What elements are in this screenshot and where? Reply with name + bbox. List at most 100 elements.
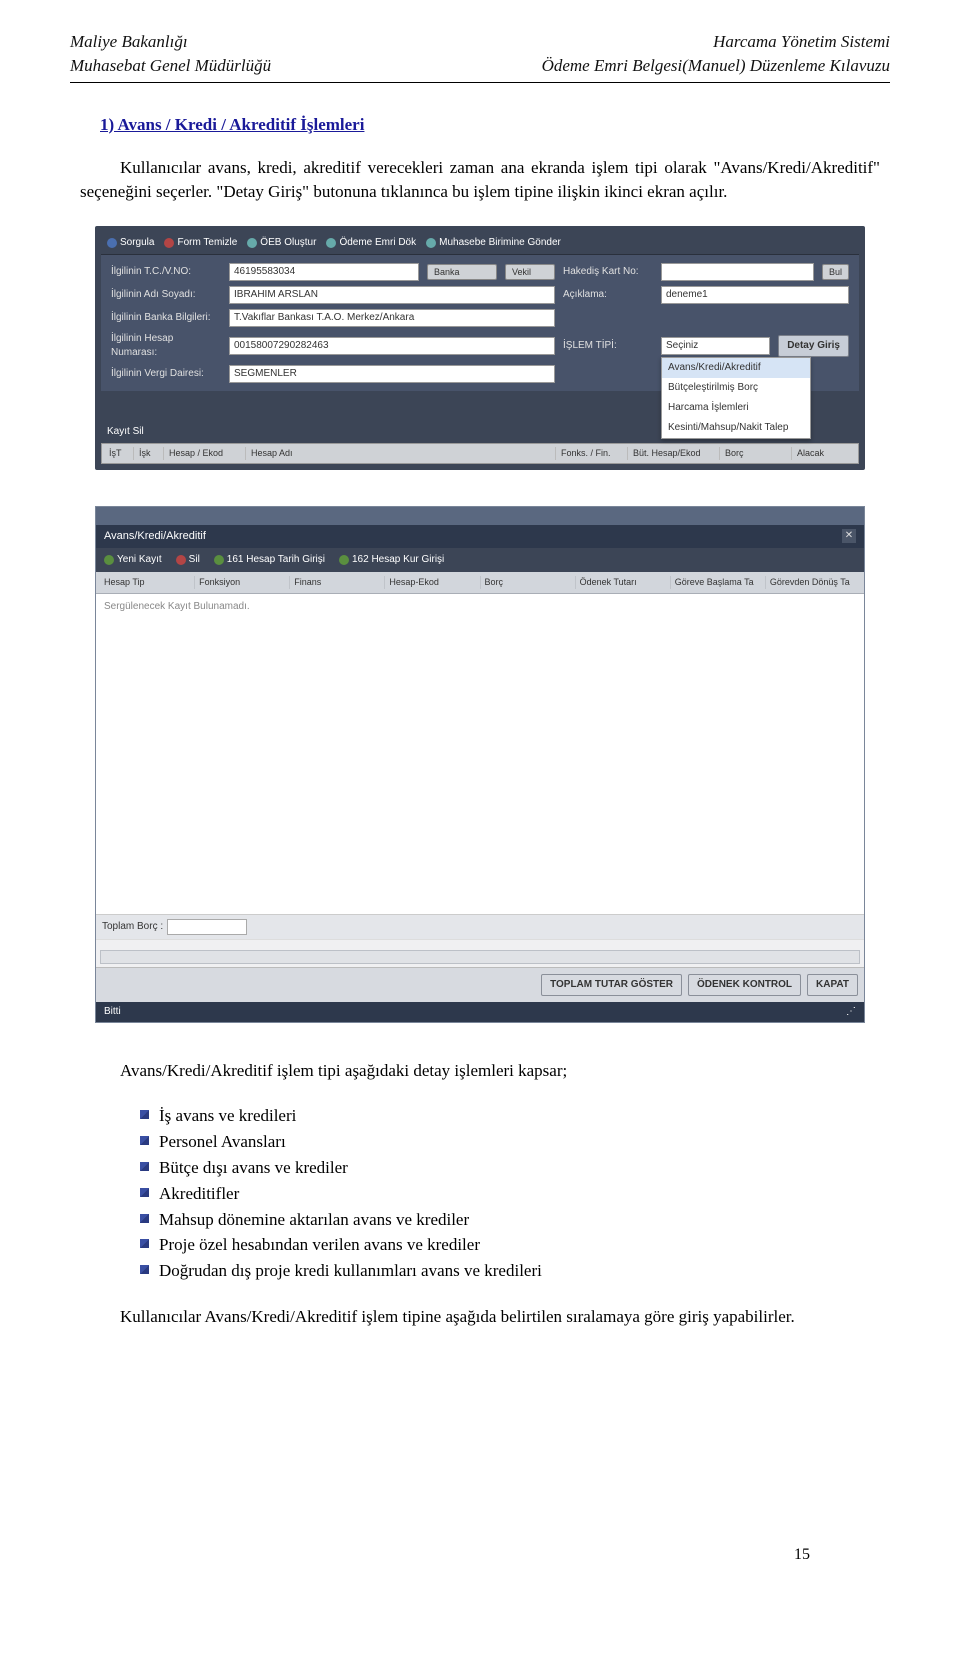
lbl-islem: İŞLEM TİPİ: <box>563 339 653 353</box>
send-icon <box>426 238 436 248</box>
dd-item-2[interactable]: Harcama İşlemleri <box>662 398 810 418</box>
s2-titlebar: Avans/Kredi/Akreditif ✕ <box>96 525 864 548</box>
islem-dropdown[interactable]: Avans/Kredi/Akreditif Bütçeleştirilmiş B… <box>661 337 770 355</box>
s2-col-0[interactable]: Hesap Tip <box>100 576 195 589</box>
h-scrollbar[interactable] <box>100 950 860 964</box>
s1-toolbar: Sorgula Form Temizle ÖEB Oluştur Ödeme E… <box>101 232 859 255</box>
lbl-banka: İlgilinin Banka Bilgileri: <box>111 311 221 325</box>
plus-icon <box>339 555 349 565</box>
input-vergi[interactable] <box>229 365 555 383</box>
form-temizle-button[interactable]: Form Temizle <box>164 236 237 250</box>
bullet-icon <box>140 1265 149 1274</box>
s1-col-0: İşT <box>106 447 134 460</box>
gonder-button[interactable]: Muhasebe Birimine Gönder <box>426 236 561 250</box>
s1-col-4: Fonks. / Fin. <box>558 447 628 460</box>
banka-button[interactable]: Banka <box>427 264 497 281</box>
input-adsoy[interactable] <box>229 286 555 304</box>
odeme-label: Ödeme Emri Dök <box>339 236 416 250</box>
dropdown-menu: Avans/Kredi/Akreditif Bütçeleştirilmiş B… <box>661 357 811 439</box>
bullet-list: İş avans ve kredileri Personel Avansları… <box>140 1104 880 1283</box>
input-hakedis[interactable] <box>661 263 814 281</box>
resize-icon[interactable]: ⋰ <box>846 1005 856 1019</box>
oeb-label: ÖEB Oluştur <box>260 236 316 250</box>
toplam-input[interactable] <box>167 919 247 935</box>
hdr-left2: Muhasebat Genel Müdürlüğü <box>70 54 271 78</box>
s1-col-3: Hesap Adı <box>248 447 556 460</box>
input-aciklama[interactable] <box>661 286 849 304</box>
bullet-icon <box>140 1162 149 1171</box>
h162-button[interactable]: 162 Hesap Kur Girişi <box>339 553 444 567</box>
section-title: 1) Avans / Kredi / Akreditif İşlemleri <box>100 113 890 137</box>
s2-col-1[interactable]: Fonksiyon <box>195 576 290 589</box>
hdr-divider <box>70 82 890 83</box>
paragraph-3: Kullanıcılar Avans/Kredi/Akreditif işlem… <box>80 1305 880 1329</box>
delete-icon <box>176 555 186 565</box>
lbl-aciklama: Açıklama: <box>563 288 653 302</box>
bullet-icon <box>140 1110 149 1119</box>
hdr-left1: Maliye Bakanlığı <box>70 30 271 54</box>
lbl-tcvno: İlgilinin T.C./V.NO: <box>111 265 221 279</box>
input-tcvno[interactable] <box>229 263 419 281</box>
select-islem[interactable] <box>661 337 770 355</box>
clear-icon <box>164 238 174 248</box>
s2-column-headers: Hesap Tip Fonksiyon Finans Hesap-Ekod Bo… <box>96 572 864 594</box>
bullet-icon <box>140 1239 149 1248</box>
close-icon[interactable]: ✕ <box>842 529 856 543</box>
s1-col-7: Alacak <box>794 447 854 460</box>
plus-icon <box>214 555 224 565</box>
s1-col-1: İşk <box>136 447 164 460</box>
vekil-button[interactable]: Vekil <box>505 264 555 281</box>
print-icon <box>326 238 336 248</box>
form-temizle-label: Form Temizle <box>177 236 237 250</box>
bullet-icon <box>140 1188 149 1197</box>
dd-item-3[interactable]: Kesinti/Mahsup/Nakit Talep <box>662 418 810 438</box>
doc-header: Maliye Bakanlığı Muhasebat Genel Müdürlü… <box>70 30 890 78</box>
lbl-hesap: İlgilinin Hesap Numarası: <box>111 332 221 360</box>
s2-col-4[interactable]: Borç <box>481 576 576 589</box>
lbl-vergi: İlgilinin Vergi Dairesi: <box>111 367 221 381</box>
sorgula-button[interactable]: Sorgula <box>107 236 154 250</box>
s2-grid-body: Sergülenecek Kayıt Bulunamadı. <box>96 594 864 914</box>
s2-footer-toplam: Toplam Borç : <box>96 914 864 939</box>
screenshot-1: Sorgula Form Temizle ÖEB Oluştur Ödeme E… <box>95 226 865 470</box>
list-item: Doğrudan dış proje kredi kullanımları av… <box>140 1259 880 1283</box>
toplam-label: Toplam Borç : <box>102 920 163 934</box>
input-hesap[interactable] <box>229 337 555 355</box>
input-banka[interactable] <box>229 309 555 327</box>
s2-col-3[interactable]: Hesap-Ekod <box>385 576 480 589</box>
bul-button[interactable]: Bul <box>822 264 849 281</box>
dd-item-1[interactable]: Bütçeleştirilmiş Borç <box>662 378 810 398</box>
s2-col-2[interactable]: Finans <box>290 576 385 589</box>
s2-statusbar: Bitti ⋰ <box>96 1002 864 1022</box>
sorgula-label: Sorgula <box>120 236 154 250</box>
s2-toolbar: Yeni Kayıt Sil 161 Hesap Tarih Girişi 16… <box>96 548 864 572</box>
toplam-tutar-button[interactable]: TOPLAM TUTAR GÖSTER <box>541 974 682 996</box>
s1-col-6: Borç <box>722 447 792 460</box>
paragraph-2: Avans/Kredi/Akreditif işlem tipi aşağıda… <box>80 1059 880 1083</box>
s2-scroll-area <box>96 939 864 967</box>
odenek-kontrol-button[interactable]: ÖDENEK KONTROL <box>688 974 801 996</box>
s2-title: Avans/Kredi/Akreditif <box>104 529 206 544</box>
s2-outer-bar <box>96 507 864 525</box>
s1-form: İlgilinin T.C./V.NO: Banka Vekil Hakediş… <box>101 255 859 391</box>
lbl-adsoy: İlgilinin Adı Soyadı: <box>111 288 221 302</box>
s1-column-headers: İşT İşk Hesap / Ekod Hesap Adı Fonks. / … <box>101 443 859 464</box>
s2-col-6[interactable]: Göreve Başlama Ta <box>671 576 766 589</box>
s2-button-bar: TOPLAM TUTAR GÖSTER ÖDENEK KONTROL KAPAT <box>96 967 864 1002</box>
hdr-right2: Ödeme Emri Belgesi(Manuel) Düzenleme Kıl… <box>542 54 890 78</box>
yeni-kayit-button[interactable]: Yeni Kayıt <box>104 553 162 567</box>
detay-giris-button[interactable]: Detay Giriş <box>778 335 849 357</box>
s2-col-7[interactable]: Görevden Dönüş Ta <box>766 576 860 589</box>
status-text: Bitti <box>104 1005 121 1019</box>
dd-item-0[interactable]: Avans/Kredi/Akreditif <box>662 358 810 378</box>
h161-button[interactable]: 161 Hesap Tarih Girişi <box>214 553 325 567</box>
paragraph-1: Kullanıcılar avans, kredi, akreditif ver… <box>80 156 880 204</box>
sil-button[interactable]: Sil <box>176 553 200 567</box>
s2-col-5[interactable]: Ödenek Tutarı <box>576 576 671 589</box>
list-item: Proje özel hesabından verilen avans ve k… <box>140 1233 880 1257</box>
screenshot-2: Avans/Kredi/Akreditif ✕ Yeni Kayıt Sil 1… <box>95 506 865 1023</box>
odeme-emri-button[interactable]: Ödeme Emri Dök <box>326 236 416 250</box>
page-number: 15 <box>794 1544 810 1566</box>
kapat-button[interactable]: KAPAT <box>807 974 858 996</box>
oeb-olustur-button[interactable]: ÖEB Oluştur <box>247 236 316 250</box>
